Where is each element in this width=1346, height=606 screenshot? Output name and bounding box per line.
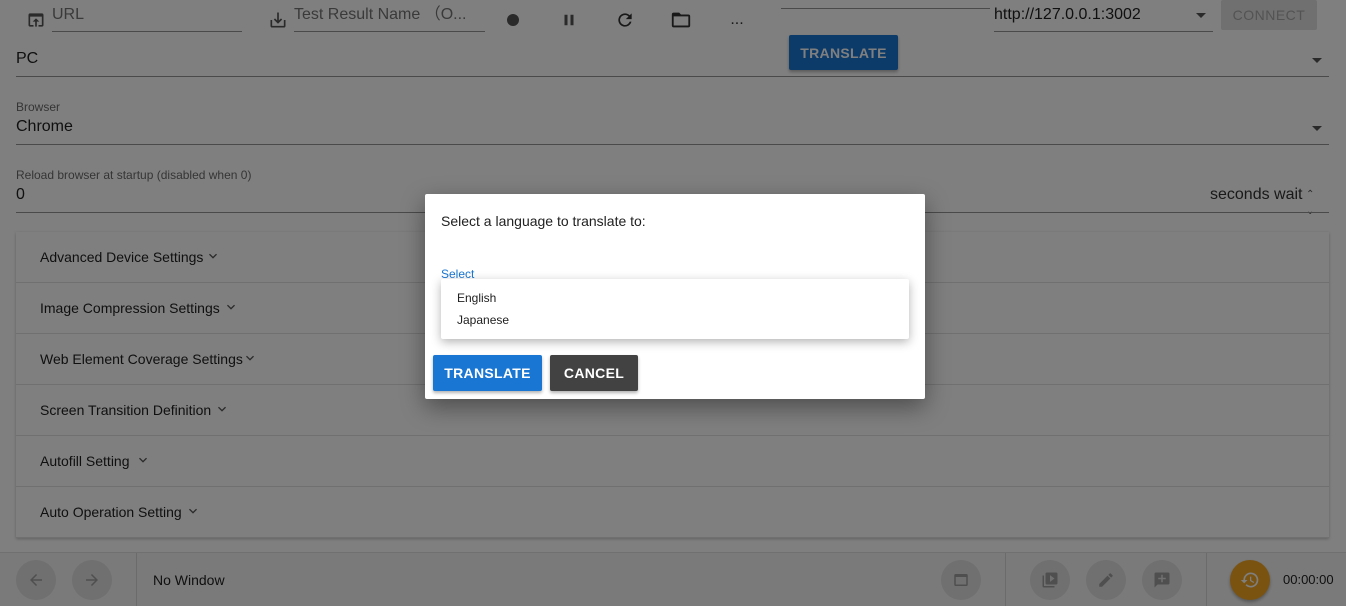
cancel-button[interactable]: CANCEL [550,355,638,391]
language-option-english[interactable]: English [441,287,909,309]
dialog-title: Select a language to translate to: [441,213,646,229]
translate-label: TRANSLATE [444,365,531,381]
translate-button[interactable]: TRANSLATE [433,355,542,391]
language-option-japanese[interactable]: Japanese [441,309,909,331]
language-options-menu: English Japanese [441,279,909,339]
cancel-label: CANCEL [563,365,625,381]
